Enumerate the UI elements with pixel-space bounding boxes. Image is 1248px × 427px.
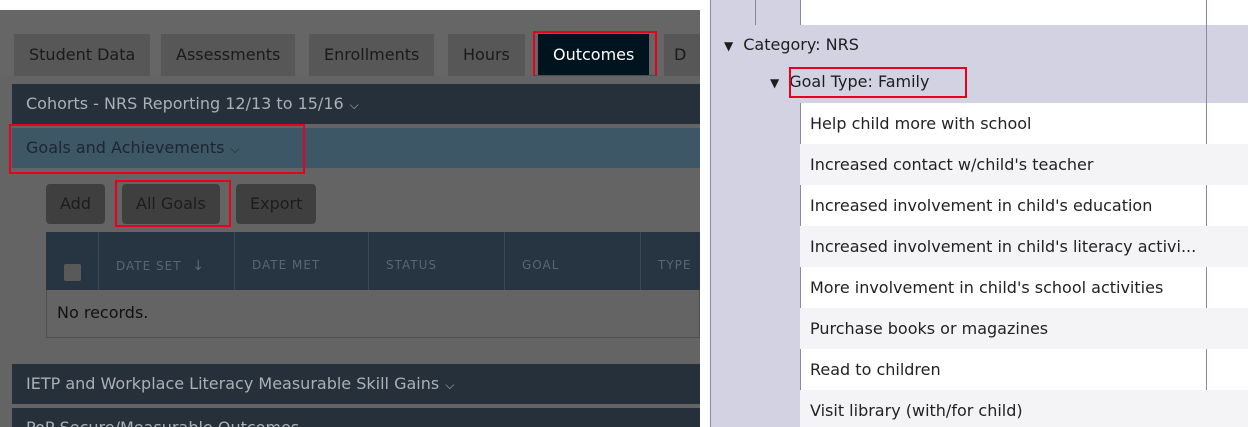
section-cohorts[interactable]: Cohorts - NRS Reporting 12/13 to 15/16 ⌵	[12, 84, 700, 124]
tab-assessments[interactable]: Assessments	[161, 34, 296, 76]
tree-border	[710, 0, 711, 427]
tab-hours[interactable]: Hours	[448, 34, 525, 76]
tab-student-data[interactable]: Student Data	[14, 34, 151, 76]
chevron-down-icon: ⌵	[349, 98, 359, 112]
tree-goal-item[interactable]: Read to children	[800, 349, 1248, 390]
section-cohorts-label: Cohorts - NRS Reporting 12/13 to 15/16	[26, 94, 344, 113]
tree-goal-item[interactable]: Increased involvement in child's educati…	[800, 185, 1248, 226]
export-button[interactable]: Export	[236, 184, 317, 224]
column-header-date-set-label: DATE SET	[116, 259, 182, 273]
section-partial-label: PoP Secure/Measurable Outcomes	[26, 418, 299, 427]
tree-goal-item[interactable]: More involvement in child's school activ…	[800, 267, 1248, 308]
tree-goal-type-label: Goal Type: Family	[789, 72, 930, 91]
column-header-type[interactable]: TYPE	[658, 258, 691, 272]
column-divider	[98, 232, 99, 290]
goal-tree-panel: ▼ Category: NRS ▼ Goal Type: Family Help c…	[700, 0, 1248, 427]
section-goals-label: Goals and Achievements	[26, 138, 225, 157]
section-goals[interactable]: Goals and Achievements ⌵	[12, 128, 700, 168]
column-divider	[640, 232, 641, 290]
table-empty-row: No records.	[46, 290, 700, 338]
tree-goal-type[interactable]: ▼ Goal Type: Family	[770, 72, 929, 91]
column-header-status[interactable]: STATUS	[386, 258, 437, 272]
table-header: DATE SET ↓ DATE MET STATUS GOAL TYPE	[46, 232, 700, 290]
column-divider	[504, 232, 505, 290]
select-all-checkbox[interactable]	[64, 264, 81, 281]
add-button[interactable]: Add	[46, 184, 105, 224]
column-header-goal[interactable]: GOAL	[522, 258, 559, 272]
tree-goal-item[interactable]: Help child more with school	[800, 103, 1248, 144]
tree-guide	[755, 0, 756, 25]
chevron-down-icon: ⌵	[445, 378, 455, 392]
tab-d[interactable]: D	[664, 34, 700, 76]
expand-triangle-icon: ▼	[770, 76, 780, 90]
column-header-date-met[interactable]: DATE MET	[252, 258, 320, 272]
tree-goal-item[interactable]: Visit library (with/for child)	[800, 390, 1248, 427]
expand-triangle-icon: ▼	[724, 39, 734, 53]
chevron-down-icon: ⌵	[230, 142, 240, 156]
tree-category-label: Category: NRS	[743, 35, 859, 54]
tab-enrollments[interactable]: Enrollments	[309, 34, 435, 76]
tree-goal-item[interactable]: Purchase books or magazines	[800, 308, 1248, 349]
sort-down-icon: ↓	[192, 258, 206, 274]
column-header-date-set[interactable]: DATE SET ↓	[116, 258, 205, 274]
tree-goal-item[interactable]: Increased involvement in child's literac…	[800, 226, 1248, 267]
all-goals-button[interactable]: All Goals	[122, 184, 220, 224]
column-divider	[368, 232, 369, 290]
tree-guide	[800, 0, 801, 25]
section-ietp-label: IETP and Workplace Literacy Measurable S…	[26, 374, 440, 393]
section-ietp[interactable]: IETP and Workplace Literacy Measurable S…	[12, 364, 700, 404]
tab-outcomes[interactable]: Outcomes	[538, 34, 650, 76]
goals-table: DATE SET ↓ DATE MET STATUS GOAL TYPE No …	[46, 232, 700, 338]
top-strip	[0, 0, 700, 10]
column-divider	[234, 232, 235, 290]
tree-category[interactable]: ▼ Category: NRS	[724, 35, 859, 54]
left-panel: Student Data Assessments Enrollments Hou…	[0, 0, 700, 427]
tree-goal-item[interactable]: Increased contact w/child's teacher	[800, 144, 1248, 185]
section-partial[interactable]: PoP Secure/Measurable Outcomes	[12, 408, 700, 427]
